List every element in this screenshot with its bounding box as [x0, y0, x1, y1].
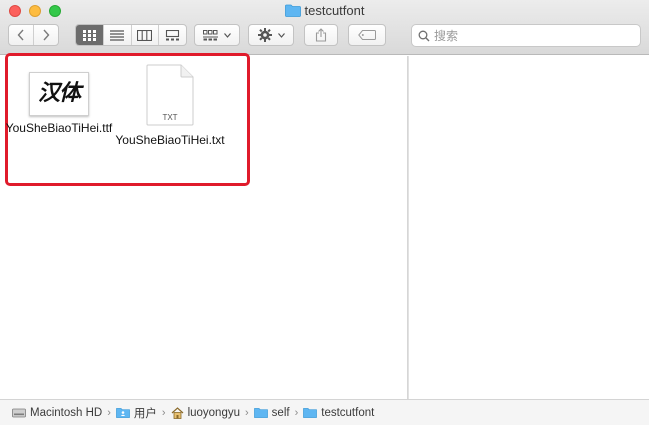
- users-folder-icon: [116, 408, 130, 418]
- chevron-left-icon: [17, 29, 24, 41]
- file-item-ttf[interactable]: 汉体 YouSheBiaoTiHei.ttf: [4, 72, 114, 136]
- text-file-icon: TXT: [146, 64, 194, 126]
- share-button[interactable]: [304, 24, 338, 46]
- path-item-testcutfont[interactable]: testcutfont: [303, 407, 374, 419]
- chevron-right-icon: [43, 29, 50, 41]
- toolbar: testcutfont 搜索: [0, 0, 649, 55]
- hard-drive-icon: [12, 408, 26, 418]
- folder-icon: [284, 4, 301, 20]
- path-separator: ›: [294, 406, 299, 419]
- tag-button[interactable]: [348, 24, 386, 46]
- list-view-icon: [110, 29, 125, 41]
- path-item-home[interactable]: luoyongyu: [171, 407, 240, 419]
- search-field[interactable]: 搜索: [411, 24, 641, 47]
- file-name: YouSheBiaoTiHei.ttf: [5, 121, 113, 135]
- list-view-button[interactable]: [102, 25, 131, 45]
- path-label: self: [271, 406, 290, 419]
- window-title: testcutfont: [0, 3, 649, 20]
- view-mode-control: [75, 24, 187, 46]
- path-label: 用户: [133, 407, 157, 420]
- folder-icon: [253, 408, 268, 418]
- search-icon: [418, 30, 430, 41]
- gallery-view-button[interactable]: [158, 25, 186, 45]
- file-item-txt[interactable]: TXT YouSheBiaoTiHei.txt: [115, 64, 225, 148]
- path-item-users[interactable]: 用户: [116, 405, 157, 421]
- group-button[interactable]: [194, 24, 240, 46]
- file-type-label: TXT: [162, 113, 177, 122]
- column-divider[interactable]: [407, 56, 409, 399]
- path-item-self[interactable]: self: [253, 406, 290, 419]
- action-button[interactable]: [248, 24, 294, 46]
- group-icon: [203, 29, 218, 40]
- window-title-text: testcutfont: [304, 3, 365, 18]
- chevron-down-icon: [224, 32, 231, 38]
- home-icon: [171, 406, 183, 419]
- share-icon: [315, 28, 327, 42]
- icon-view-button[interactable]: [76, 25, 103, 45]
- path-label: Macintosh HD: [30, 406, 103, 419]
- path-separator: ›: [245, 406, 249, 419]
- search-placeholder: 搜索: [434, 29, 459, 43]
- column-view-icon: [137, 29, 153, 41]
- forward-button[interactable]: [33, 25, 58, 45]
- path-separator: ›: [161, 406, 166, 419]
- path-label: luoyongyu: [187, 406, 240, 419]
- font-file-icon: 汉体: [29, 72, 89, 116]
- path-label: testcutfont: [321, 406, 375, 419]
- tag-icon: [358, 30, 376, 40]
- gear-icon: [257, 28, 272, 42]
- path-bar: Macintosh HD › 用户 › luoyongyu › self › t…: [0, 399, 649, 425]
- file-name: YouSheBiaoTiHei.txt: [115, 133, 225, 147]
- column-view-button[interactable]: [130, 25, 159, 45]
- gallery-view-icon: [166, 29, 180, 40]
- path-separator: ›: [107, 406, 111, 419]
- back-forward-control: [8, 24, 59, 46]
- icon-view-icon: [82, 29, 96, 41]
- back-button[interactable]: [9, 25, 33, 45]
- path-item-macintosh-hd[interactable]: Macintosh HD: [12, 407, 102, 419]
- folder-icon: [303, 408, 318, 418]
- font-preview-text: 汉体: [37, 81, 81, 106]
- chevron-down-icon: [277, 32, 285, 38]
